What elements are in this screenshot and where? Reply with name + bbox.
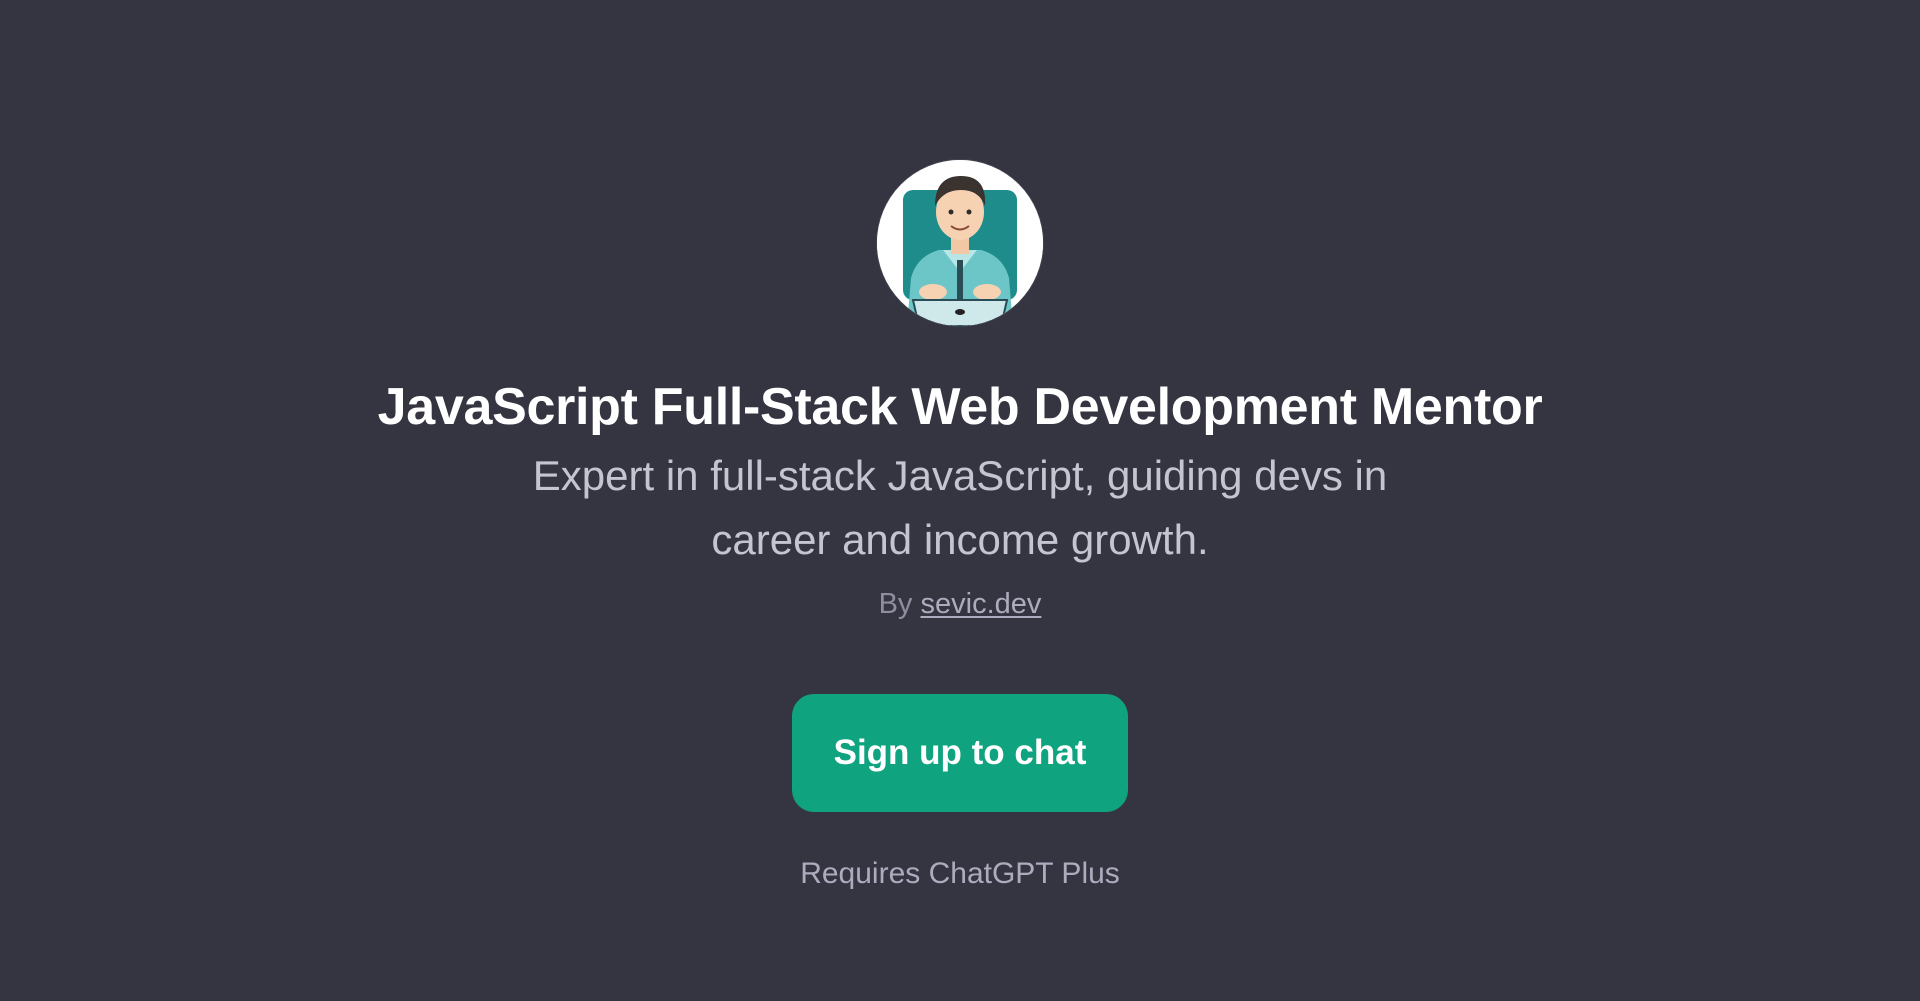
gpt-avatar [877,160,1043,326]
gpt-landing-page: JavaScript Full-Stack Web Development Me… [0,0,1920,1001]
gpt-description: Expert in full-stack JavaScript, guiding… [532,452,1388,563]
author-byline: By sevic.dev [879,584,1042,624]
signup-button[interactable]: Sign up to chat [792,694,1128,812]
gpt-title: JavaScript Full-Stack Web Development Me… [377,378,1543,436]
byline-prefix: By [878,588,913,620]
author-link[interactable]: sevic.dev [921,588,1042,620]
developer-avatar-icon [877,160,1043,326]
plan-requirement-note: Requires ChatGPT Plus [800,857,1120,890]
